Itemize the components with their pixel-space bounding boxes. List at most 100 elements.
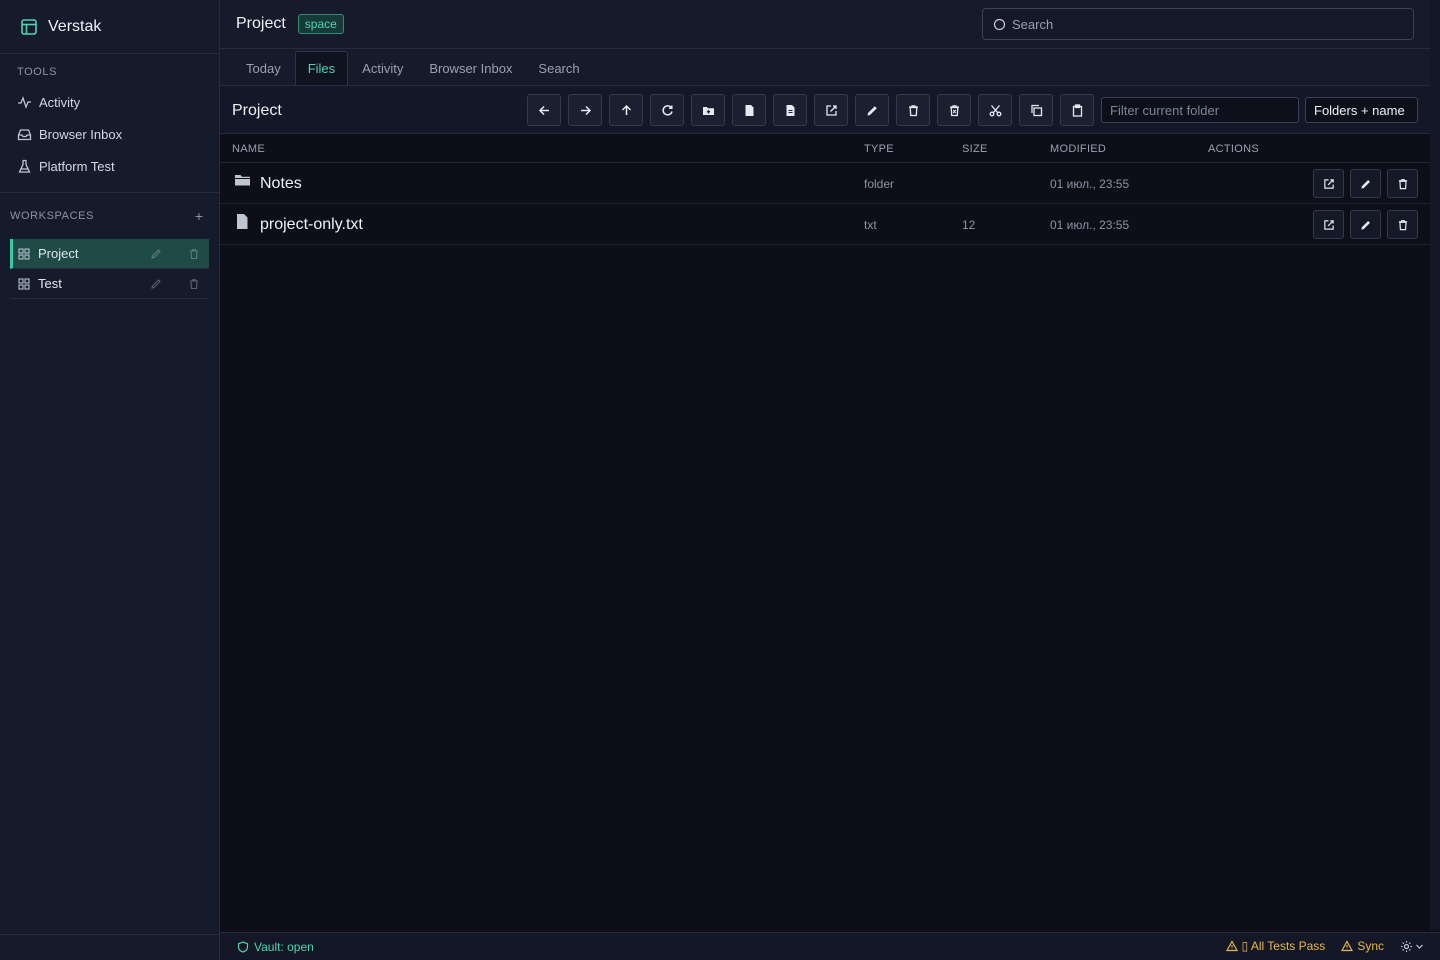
rename-button[interactable]: [855, 94, 889, 126]
add-workspace-button[interactable]: +: [195, 208, 203, 224]
file-type: folder: [864, 177, 895, 191]
workspaces-label: WORKSPACES: [10, 210, 95, 222]
column-name[interactable]: NAME: [232, 143, 265, 155]
file-size: 12: [962, 218, 976, 232]
rename-button[interactable]: [1350, 169, 1381, 198]
external-link-icon: [1323, 178, 1334, 189]
external-link-icon: [1323, 219, 1334, 230]
file-name[interactable]: Notes: [260, 175, 302, 193]
file-modified: 01 июл., 23:55: [1050, 218, 1130, 232]
sidebar-item-platform-test[interactable]: Platform Test: [0, 150, 219, 182]
column-actions: ACTIONS: [1208, 143, 1259, 155]
paste-button[interactable]: [1060, 94, 1094, 126]
new-file-button[interactable]: [732, 94, 766, 126]
tab-activity[interactable]: Activity: [350, 52, 415, 85]
layout-icon: [20, 18, 38, 36]
flask-icon: [17, 159, 32, 174]
global-search[interactable]: [982, 8, 1414, 40]
refresh-button[interactable]: [650, 94, 684, 126]
file-text-icon: [786, 104, 794, 116]
status-right: ▯ All Tests Pass Sync: [1225, 939, 1424, 953]
scissors-icon: [989, 104, 1001, 116]
delete-permanent-button[interactable]: [937, 94, 971, 126]
delete-button[interactable]: [1387, 210, 1418, 239]
file-icon: [745, 104, 753, 116]
filter-folder-input[interactable]: [1101, 97, 1299, 123]
sidebar-item-label: Browser Inbox: [39, 126, 123, 142]
delete-button[interactable]: [1387, 169, 1418, 198]
sidebar-item-activity[interactable]: Activity: [0, 86, 219, 118]
forward-button[interactable]: [568, 94, 602, 126]
pencil-icon: [867, 105, 877, 115]
trash-icon: [1398, 219, 1407, 230]
sync-status[interactable]: Sync: [1341, 939, 1384, 953]
brand[interactable]: Verstak: [0, 0, 219, 54]
open-external-button[interactable]: [1313, 210, 1344, 239]
workspace-item-test[interactable]: Test: [10, 269, 209, 299]
trash-icon: [190, 248, 198, 259]
tab-search[interactable]: Search: [526, 52, 591, 85]
status-bar: Vault: open ▯ All Tests Pass Sync: [220, 932, 1440, 960]
external-link-icon: [825, 104, 837, 116]
file-type: txt: [864, 218, 877, 232]
search-input[interactable]: [1012, 16, 1392, 32]
delete-workspace-button[interactable]: [179, 248, 209, 260]
delete-workspace-button[interactable]: [179, 278, 209, 290]
column-size[interactable]: SIZE: [962, 143, 988, 155]
workspace-label: Project: [38, 246, 79, 261]
edit-workspace-button[interactable]: [141, 278, 171, 290]
pencil-icon: [151, 248, 161, 259]
open-external-button[interactable]: [1313, 169, 1344, 198]
cut-button[interactable]: [978, 94, 1012, 126]
workspace-item-project[interactable]: Project: [10, 239, 209, 269]
sidebar: Verstak TOOLS Activity Browser Inbox Pla…: [0, 0, 220, 960]
clipboard-icon: [1072, 103, 1082, 117]
search-icon: [993, 18, 1006, 31]
file-table-header: NAME TYPE SIZE MODIFIED ACTIONS: [220, 134, 1430, 163]
table-row[interactable]: Notes folder 01 июл., 23:55: [220, 163, 1430, 204]
sidebar-footer: [0, 934, 220, 960]
warning-icon: [1341, 940, 1354, 952]
new-folder-button[interactable]: [691, 94, 725, 126]
workspace-list: Project Test: [0, 239, 219, 299]
file-modified: 01 июл., 23:55: [1050, 177, 1130, 191]
new-document-button[interactable]: [773, 94, 807, 126]
workspace-label: Test: [38, 276, 62, 291]
app-name: Verstak: [48, 17, 102, 35]
vault-status[interactable]: Vault: open: [237, 940, 314, 954]
arrow-up-icon: [621, 104, 631, 115]
top-bar: Project space: [220, 0, 1430, 49]
space-badge: space: [297, 14, 344, 34]
gear-icon: [1401, 940, 1412, 952]
tab-browser-inbox[interactable]: Browser Inbox: [417, 52, 524, 85]
filter-mode-select[interactable]: Folders + name: [1305, 97, 1418, 123]
open-external-button[interactable]: [814, 94, 848, 126]
delete-button[interactable]: [896, 94, 930, 126]
tools-section: TOOLS Activity Browser Inbox Platform Te…: [0, 54, 219, 193]
pencil-icon: [151, 278, 161, 289]
tab-files[interactable]: Files: [294, 51, 349, 85]
back-button[interactable]: [527, 94, 561, 126]
rename-button[interactable]: [1350, 210, 1381, 239]
up-button[interactable]: [609, 94, 643, 126]
sidebar-item-browser-inbox[interactable]: Browser Inbox: [0, 118, 219, 150]
tests-status[interactable]: ▯ All Tests Pass: [1225, 939, 1325, 953]
column-modified[interactable]: MODIFIED: [1050, 143, 1106, 155]
tab-today[interactable]: Today: [234, 52, 293, 85]
grid-icon: [18, 277, 30, 290]
copy-icon: [1030, 104, 1042, 116]
pencil-icon: [1360, 220, 1370, 230]
column-type[interactable]: TYPE: [864, 143, 894, 155]
arrow-right-icon: [580, 105, 591, 115]
settings-menu-button[interactable]: [1400, 940, 1424, 953]
sidebar-item-label: Activity: [39, 94, 81, 110]
edit-workspace-button[interactable]: [141, 248, 171, 260]
activity-icon: [17, 95, 32, 110]
file-name[interactable]: project-only.txt: [260, 216, 363, 234]
copy-button[interactable]: [1019, 94, 1053, 126]
scrollbar-track[interactable]: [1430, 0, 1440, 930]
inbox-icon: [17, 127, 32, 142]
refresh-icon: [661, 104, 673, 116]
table-row[interactable]: project-only.txt txt 12 01 июл., 23:55: [220, 204, 1430, 245]
tools-label: TOOLS: [17, 66, 58, 78]
